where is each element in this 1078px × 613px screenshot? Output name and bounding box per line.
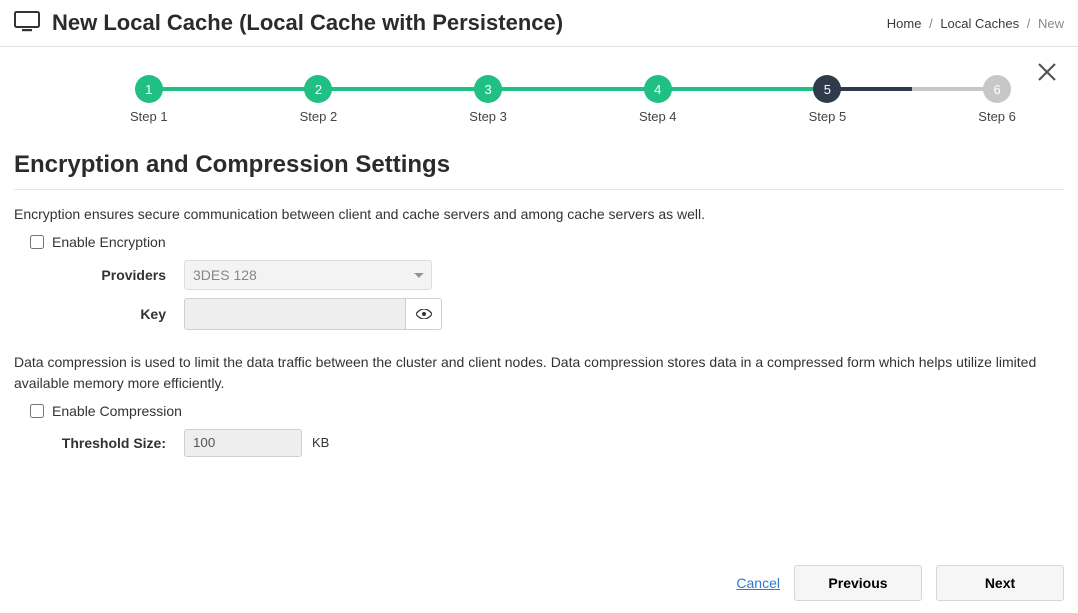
step-circle-5[interactable]: 5	[813, 75, 841, 103]
breadcrumb-sep-2: /	[1023, 16, 1035, 31]
providers-row: Providers 3DES 128	[24, 260, 1064, 290]
step-label-5: Step 5	[809, 109, 847, 124]
enable-encryption-row: Enable Encryption	[30, 234, 1064, 250]
threshold-row: Threshold Size: KB	[24, 429, 1064, 457]
step-label-2: Step 2	[300, 109, 338, 124]
threshold-unit: KB	[312, 435, 329, 450]
threshold-label: Threshold Size:	[24, 435, 184, 451]
step-circle-1[interactable]: 1	[135, 75, 163, 103]
breadcrumb-local-caches[interactable]: Local Caches	[940, 16, 1019, 31]
providers-label: Providers	[24, 267, 184, 283]
previous-button[interactable]: Previous	[794, 565, 922, 601]
top-bar-left: New Local Cache (Local Cache with Persis…	[14, 10, 563, 36]
step-track-4-5	[658, 87, 828, 91]
step-circle-3[interactable]: 3	[474, 75, 502, 103]
cancel-button[interactable]: Cancel	[736, 575, 780, 591]
enable-encryption-checkbox[interactable]	[30, 235, 44, 249]
page-title: New Local Cache (Local Cache with Persis…	[52, 10, 563, 36]
encryption-description: Encryption ensures secure communication …	[14, 204, 1064, 224]
close-icon[interactable]	[1036, 61, 1058, 83]
key-label: Key	[24, 306, 184, 322]
breadcrumb-sep-1: /	[925, 16, 937, 31]
providers-select[interactable]: 3DES 128	[184, 260, 432, 290]
step-circle-6[interactable]: 6	[983, 75, 1011, 103]
enable-encryption-label: Enable Encryption	[52, 234, 166, 250]
step-indicator: 1 Step 1 2 Step 2 3 Step 3 4 Step 4 5 St…	[40, 75, 1038, 131]
step-circle-2[interactable]: 2	[304, 75, 332, 103]
monitor-icon	[14, 11, 40, 36]
key-input[interactable]	[184, 298, 406, 330]
key-row: Key	[24, 298, 1064, 330]
step-circle-4[interactable]: 4	[644, 75, 672, 103]
breadcrumb: Home / Local Caches / New	[887, 16, 1064, 31]
threshold-input[interactable]	[184, 429, 302, 457]
top-bar: New Local Cache (Local Cache with Persis…	[0, 0, 1078, 47]
divider-1	[14, 189, 1064, 190]
step-track-2-3	[318, 87, 488, 91]
reveal-key-button[interactable]	[406, 298, 442, 330]
eye-icon	[416, 307, 432, 322]
enable-compression-checkbox[interactable]	[30, 404, 44, 418]
section-title: Encryption and Compression Settings	[14, 145, 1064, 189]
enable-compression-row: Enable Compression	[30, 403, 1064, 419]
wizard-footer: Cancel Previous Next	[0, 555, 1078, 613]
step-label-6: Step 6	[978, 109, 1016, 124]
compression-description: Data compression is used to limit the da…	[14, 352, 1064, 393]
enable-compression-label: Enable Compression	[52, 403, 182, 419]
breadcrumb-current: New	[1038, 16, 1064, 31]
step-label-1: Step 1	[130, 109, 168, 124]
step-track-3-4	[488, 87, 658, 91]
step-label-3: Step 3	[469, 109, 507, 124]
next-button[interactable]: Next	[936, 565, 1064, 601]
wizard-panel: 1 Step 1 2 Step 2 3 Step 3 4 Step 4 5 St…	[0, 47, 1078, 145]
step-track-1-2	[149, 87, 319, 91]
step-label-4: Step 4	[639, 109, 677, 124]
breadcrumb-home[interactable]: Home	[887, 16, 922, 31]
